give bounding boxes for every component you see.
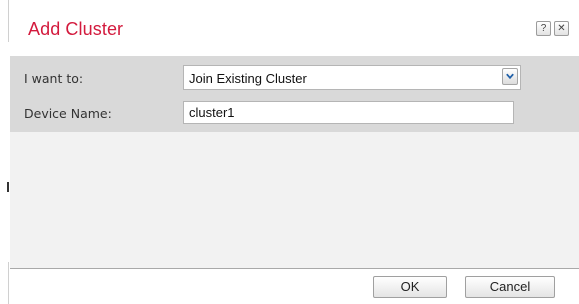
dialog-footer: OK Cancel bbox=[10, 269, 579, 304]
help-button[interactable]: ? bbox=[536, 21, 551, 36]
form-area: I want to: Join Existing Cluster Device … bbox=[10, 56, 579, 132]
close-icon: ✕ bbox=[557, 23, 566, 34]
action-label: I want to: bbox=[24, 71, 84, 86]
dialog-body bbox=[10, 132, 579, 268]
add-cluster-dialog: Add Cluster ? ✕ I want to: Join Existing… bbox=[10, 0, 579, 304]
background-window-edge bbox=[0, 0, 9, 304]
device-name-label: Device Name: bbox=[24, 106, 112, 121]
edge-line-top bbox=[8, 0, 9, 42]
edge-line-bottom bbox=[8, 262, 9, 304]
edge-marker bbox=[7, 182, 9, 192]
dialog-title: Add Cluster bbox=[28, 19, 124, 39]
ok-button[interactable]: OK bbox=[373, 276, 447, 298]
close-button[interactable]: ✕ bbox=[554, 21, 569, 36]
dialog-header: Add Cluster ? ✕ bbox=[10, 0, 579, 56]
chevron-down-icon bbox=[506, 73, 514, 80]
action-select[interactable]: Join Existing Cluster bbox=[183, 65, 521, 90]
cancel-button[interactable]: Cancel bbox=[465, 276, 555, 298]
dropdown-button[interactable] bbox=[502, 68, 518, 85]
question-icon: ? bbox=[540, 23, 547, 34]
action-select-value: Join Existing Cluster bbox=[189, 71, 307, 86]
device-name-input[interactable] bbox=[183, 101, 514, 124]
